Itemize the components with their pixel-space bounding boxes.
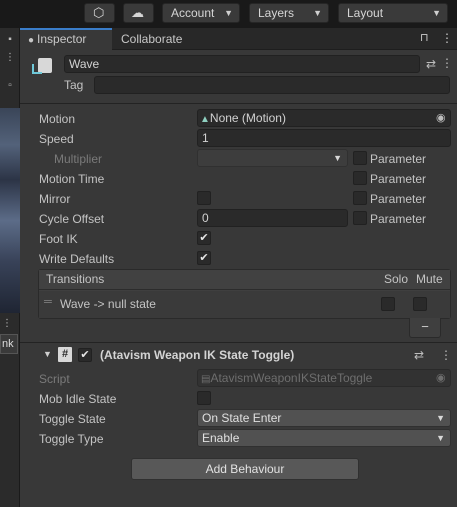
services-button[interactable]: ⬡: [84, 3, 115, 23]
link-label: nk: [2, 338, 14, 350]
parameter-label: Parameter: [370, 172, 427, 186]
cycle-offset-label: Cycle Offset: [39, 212, 105, 226]
tag-label: Tag: [64, 78, 84, 92]
transitions-title: Transitions: [46, 272, 105, 286]
layout-dropdown[interactable]: Layout ▼: [338, 3, 448, 23]
menu-icon[interactable]: ⋮: [0, 49, 20, 67]
script-icon: #: [58, 347, 72, 362]
settings-sliders-icon[interactable]: ⇄: [426, 57, 436, 71]
foldout-arrow-icon[interactable]: ▼: [43, 349, 52, 359]
tab-inspector-label: Inspector: [37, 32, 87, 46]
object-picker-icon[interactable]: ◉: [436, 111, 446, 125]
parameter-label: Parameter: [370, 152, 427, 166]
foot-ik-label: Foot IK: [39, 232, 78, 246]
cycle-offset-input[interactable]: 0: [197, 209, 348, 227]
script-value: AtavismWeaponIKStateToggle: [210, 371, 373, 385]
chevron-down-icon: ▼: [333, 153, 342, 163]
link-button[interactable]: nk: [0, 334, 18, 354]
toggle-type-label: Toggle Type: [39, 432, 104, 446]
toggle-state-value: On State Enter: [202, 411, 282, 425]
object-picker-icon: ◉: [436, 372, 446, 384]
component-header[interactable]: ▼ # ✔ (Atavism Weapon IK State Toggle) ⇄…: [34, 345, 452, 367]
divider: [20, 103, 457, 104]
transition-label: Wave -> null state: [60, 297, 156, 311]
divider: [20, 342, 457, 343]
motion-label: Motion: [39, 112, 76, 126]
script-field: ▤AtavismWeaponIKStateToggle: [197, 369, 451, 387]
component-title: (Atavism Weapon IK State Toggle): [100, 348, 295, 362]
tag-input[interactable]: [94, 76, 450, 94]
tab-inspector[interactable]: ● Inspector: [20, 28, 112, 50]
tab-collaborate[interactable]: Collaborate: [112, 28, 202, 50]
motion-field[interactable]: ▲None (Motion): [197, 109, 451, 127]
tab-bar: ● Inspector Collaborate ⊓ ⋮: [20, 28, 457, 50]
lock-icon[interactable]: ▪: [0, 31, 20, 49]
mirror-label: Mirror: [39, 192, 71, 206]
info-icon: ●: [28, 35, 35, 46]
toggle-type-value: Enable: [202, 431, 240, 445]
state-icon: [30, 56, 56, 82]
write-defaults-checkbox[interactable]: ✔: [197, 251, 211, 265]
tab-collaborate-label: Collaborate: [121, 32, 183, 46]
solo-checkbox[interactable]: [381, 297, 395, 311]
chevron-down-icon: ▼: [436, 413, 445, 423]
more-options-icon[interactable]: ⋮: [440, 348, 452, 362]
layers-dropdown[interactable]: Layers ▼: [249, 3, 329, 23]
more-options-icon[interactable]: ⋮: [441, 56, 453, 70]
toggle-type-dropdown[interactable]: Enable ▼: [197, 429, 451, 447]
motion-clip-icon: ▲: [200, 114, 210, 125]
remove-transition-button[interactable]: −: [409, 318, 441, 338]
transitions-list: Transitions Solo Mute ═ Wave -> null sta…: [38, 269, 451, 319]
layers-label: Layers: [258, 6, 295, 20]
speed-label: Speed: [39, 132, 74, 146]
toggle-state-label: Toggle State: [39, 412, 106, 426]
multiplier-dropdown: ▼: [197, 149, 348, 167]
cloud-icon: ☁: [131, 5, 144, 20]
multiplier-parameter-checkbox[interactable]: [353, 151, 367, 165]
state-name-input[interactable]: Wave: [64, 55, 420, 73]
mirror-parameter-checkbox[interactable]: [353, 191, 367, 205]
add-behaviour-button[interactable]: Add Behaviour: [131, 458, 359, 480]
write-defaults-label: Write Defaults: [39, 252, 115, 266]
settings-sliders-icon[interactable]: ⇄: [414, 348, 424, 362]
multiplier-label: Multiplier: [54, 152, 103, 166]
chevron-down-icon: ▼: [432, 8, 441, 18]
chevron-down-icon: ▼: [224, 8, 233, 18]
foot-ik-checkbox[interactable]: ✔: [197, 231, 211, 245]
script-label: Script: [39, 372, 70, 386]
mob-idle-state-checkbox[interactable]: [197, 391, 211, 405]
toggle-state-dropdown[interactable]: On State Enter ▼: [197, 409, 451, 427]
component-enabled-checkbox[interactable]: ✔: [78, 348, 92, 362]
speed-input[interactable]: 1: [197, 129, 451, 147]
lock-icon[interactable]: ⊓: [420, 31, 429, 44]
mute-column-header: Mute: [416, 272, 443, 286]
motion-time-parameter-checkbox[interactable]: [353, 171, 367, 185]
chevron-down-icon: ▼: [313, 8, 322, 18]
parameter-label: Parameter: [370, 192, 427, 206]
motion-value: None (Motion): [209, 111, 286, 125]
solo-column-header: Solo: [384, 272, 409, 286]
layout-label: Layout: [347, 6, 384, 20]
services-icon: ⬡: [93, 5, 105, 20]
dots-icon: ⋮: [2, 318, 12, 329]
transition-row[interactable]: ═ Wave -> null state: [39, 291, 450, 318]
chevron-down-icon: ▼: [436, 433, 445, 443]
parameter-label: Parameter: [370, 212, 427, 226]
mute-checkbox[interactable]: [413, 297, 427, 311]
transitions-header: Transitions Solo Mute: [39, 270, 450, 290]
top-toolbar: ⬡ ☁ Account ▼ Layers ▼ Layout ▼: [0, 0, 457, 28]
character-preview-image: [0, 108, 20, 313]
mirror-checkbox[interactable]: [197, 191, 211, 205]
menu-icon[interactable]: ⋮: [441, 31, 453, 45]
drag-handle-icon[interactable]: ═: [44, 296, 52, 308]
mob-idle-state-label: Mob Idle State: [39, 392, 117, 406]
account-label: Account: [171, 6, 215, 20]
item-icon[interactable]: ▫: [0, 77, 20, 95]
account-dropdown[interactable]: Account ▼: [162, 3, 240, 23]
cycle-offset-parameter-checkbox[interactable]: [353, 211, 367, 225]
cloud-button[interactable]: ☁: [123, 3, 154, 23]
motion-time-label: Motion Time: [39, 172, 105, 186]
